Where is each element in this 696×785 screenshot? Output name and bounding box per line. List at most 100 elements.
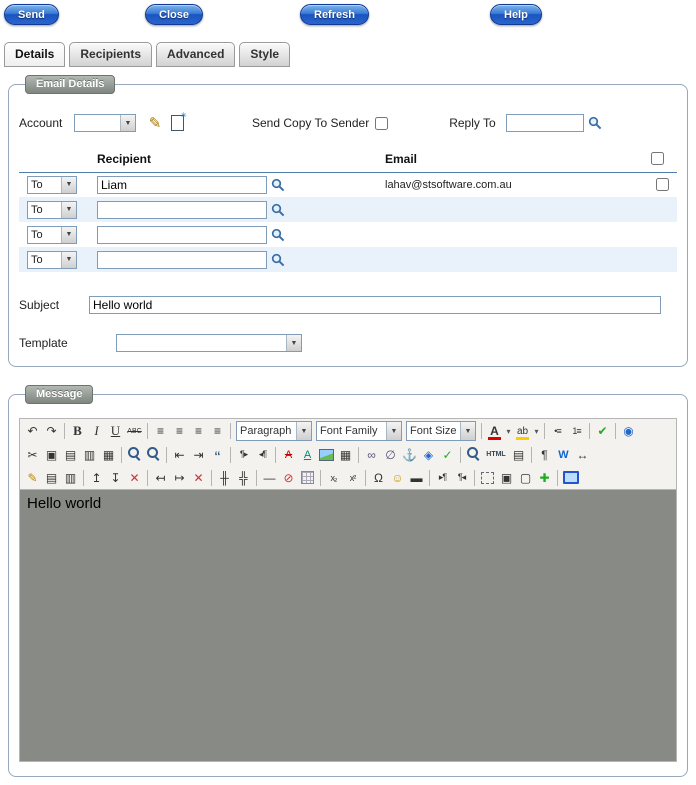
selection-icon[interactable] [478, 468, 497, 487]
paragraph-select[interactable]: Paragraph [236, 421, 312, 441]
anchor-icon[interactable]: ⚓ [400, 445, 419, 464]
editor-body[interactable]: Hello world [20, 489, 676, 761]
search-icon[interactable] [588, 116, 602, 130]
split-cells-icon[interactable]: ╫ [215, 468, 234, 487]
to-select[interactable]: To [27, 200, 77, 219]
tab-advanced[interactable]: Advanced [156, 42, 236, 67]
background-color-icon[interactable]: ab [513, 421, 532, 441]
search-icon[interactable] [271, 253, 285, 267]
recipient-input[interactable] [97, 200, 267, 219]
preview-icon[interactable] [464, 445, 483, 464]
outdent-icon[interactable]: ⇤ [170, 445, 189, 464]
merge-cells-icon[interactable]: ╬ [234, 468, 253, 487]
embed-icon[interactable]: ◈ [419, 445, 438, 464]
edit-account-icon[interactable]: ✎ [146, 114, 164, 132]
media-icon[interactable]: ▬ [407, 468, 426, 487]
image-icon[interactable] [317, 445, 336, 464]
visual-chars-icon[interactable]: ¶ [535, 445, 554, 464]
send-backward-icon[interactable]: ▢ [516, 468, 535, 487]
subject-input[interactable] [89, 296, 661, 314]
date-icon[interactable]: ▦ [336, 445, 355, 464]
paste-icon[interactable]: ▤ [61, 445, 80, 464]
align-center-icon[interactable]: ≡ [170, 422, 189, 441]
text-color-menu-icon[interactable]: ▾ [504, 422, 513, 441]
insert-col-before-icon[interactable]: ↤ [151, 468, 170, 487]
new-account-icon[interactable] [168, 111, 187, 132]
help-button[interactable]: Help [490, 4, 542, 25]
paste-word-icon[interactable]: ▦ [99, 445, 118, 464]
to-select[interactable]: To [27, 250, 77, 269]
word-doc-icon[interactable]: W [554, 445, 573, 464]
recipient-input[interactable] [97, 175, 267, 194]
shield-icon[interactable]: ✓ [438, 445, 457, 464]
insert-row-after-icon[interactable]: ↧ [106, 468, 125, 487]
ltr-icon[interactable]: ¶▸ [234, 445, 253, 464]
tab-details[interactable]: Details [4, 42, 66, 67]
undo-icon[interactable]: ↶ [23, 422, 42, 441]
visual-aid-icon[interactable] [298, 468, 317, 487]
remove-format-icon[interactable]: ⊘ [279, 468, 298, 487]
background-color-menu-icon[interactable]: ▾ [532, 422, 541, 441]
send-copy-checkbox[interactable] [375, 116, 389, 130]
select-all-checkbox[interactable] [651, 152, 664, 166]
globe-icon[interactable]: ◉ [619, 422, 638, 441]
strikethrough-icon[interactable]: ABC [125, 422, 144, 441]
align-justify-icon[interactable]: ≡ [208, 422, 227, 441]
insert-layer-icon[interactable]: ✚ [535, 468, 554, 487]
unordered-list-icon[interactable]: •≡ [548, 422, 567, 441]
unlink-icon[interactable]: ∅ [381, 445, 400, 464]
paste-text-icon[interactable]: ▥ [80, 445, 99, 464]
row-checkbox[interactable] [656, 178, 669, 192]
search-icon[interactable] [271, 203, 285, 217]
subscript-icon[interactable]: x₂ [324, 468, 343, 487]
indent-icon[interactable]: ⇥ [189, 445, 208, 464]
blockquote-icon[interactable]: “ [208, 445, 227, 466]
copy-icon[interactable]: ▣ [42, 445, 61, 464]
underline-icon[interactable]: U [106, 422, 125, 441]
reply-to-input[interactable] [505, 114, 584, 132]
find-replace-icon[interactable] [144, 445, 163, 464]
table-row-props-icon[interactable]: ▤ [42, 468, 61, 487]
find-icon[interactable] [125, 445, 144, 464]
cut-icon[interactable]: ✂ [23, 445, 42, 464]
recipient-input[interactable] [97, 225, 267, 244]
nonbreaking-icon[interactable]: ¶◂ [452, 468, 471, 487]
bring-forward-icon[interactable]: ▣ [497, 468, 516, 487]
close-button[interactable]: Close [145, 4, 203, 25]
ordered-list-icon[interactable]: 1≡ [567, 422, 586, 441]
template-select[interactable] [116, 334, 302, 352]
charmap-icon[interactable]: Ω [369, 468, 388, 487]
text-color-icon[interactable]: A [485, 421, 504, 441]
emotions-icon[interactable]: ☺ [388, 468, 407, 487]
style-props-icon[interactable]: ✎ [23, 468, 42, 487]
align-right-icon[interactable]: ≡ [189, 422, 208, 441]
delete-row-icon[interactable]: ✕ [125, 468, 144, 487]
superscript-icon[interactable]: x² [343, 468, 362, 487]
align-left-icon[interactable]: ≡ [151, 422, 170, 441]
inserted-text-icon[interactable]: A [298, 445, 317, 464]
font-size-select[interactable]: Font Size [406, 421, 476, 441]
pagebreak-icon[interactable]: ▸¶ [433, 468, 452, 487]
bold-icon[interactable]: B [68, 422, 87, 441]
rtl-icon[interactable]: ◂¶ [253, 445, 272, 464]
deleted-text-icon[interactable]: A [279, 445, 298, 464]
refresh-button[interactable]: Refresh [300, 4, 369, 25]
tab-recipients[interactable]: Recipients [69, 42, 153, 67]
link-icon[interactable]: ∞ [362, 445, 381, 464]
search-icon[interactable] [271, 228, 285, 242]
spellcheck-icon[interactable]: ✔ [593, 422, 612, 441]
print-icon[interactable]: ▤ [509, 445, 528, 464]
table-cell-props-icon[interactable]: ▥ [61, 468, 80, 487]
font-family-select[interactable]: Font Family [316, 421, 402, 441]
italic-icon[interactable]: I [87, 422, 106, 441]
to-select[interactable]: To [27, 225, 77, 244]
insert-row-before-icon[interactable]: ↥ [87, 468, 106, 487]
account-select[interactable] [74, 114, 136, 132]
delete-col-icon[interactable]: ✕ [189, 468, 208, 487]
insert-col-after-icon[interactable]: ↦ [170, 468, 189, 487]
redo-icon[interactable]: ↷ [42, 422, 61, 441]
search-icon[interactable] [271, 178, 285, 192]
send-button[interactable]: Send [4, 4, 59, 25]
fullscreen-icon[interactable] [561, 468, 580, 487]
html-icon[interactable]: HTML [483, 445, 509, 464]
